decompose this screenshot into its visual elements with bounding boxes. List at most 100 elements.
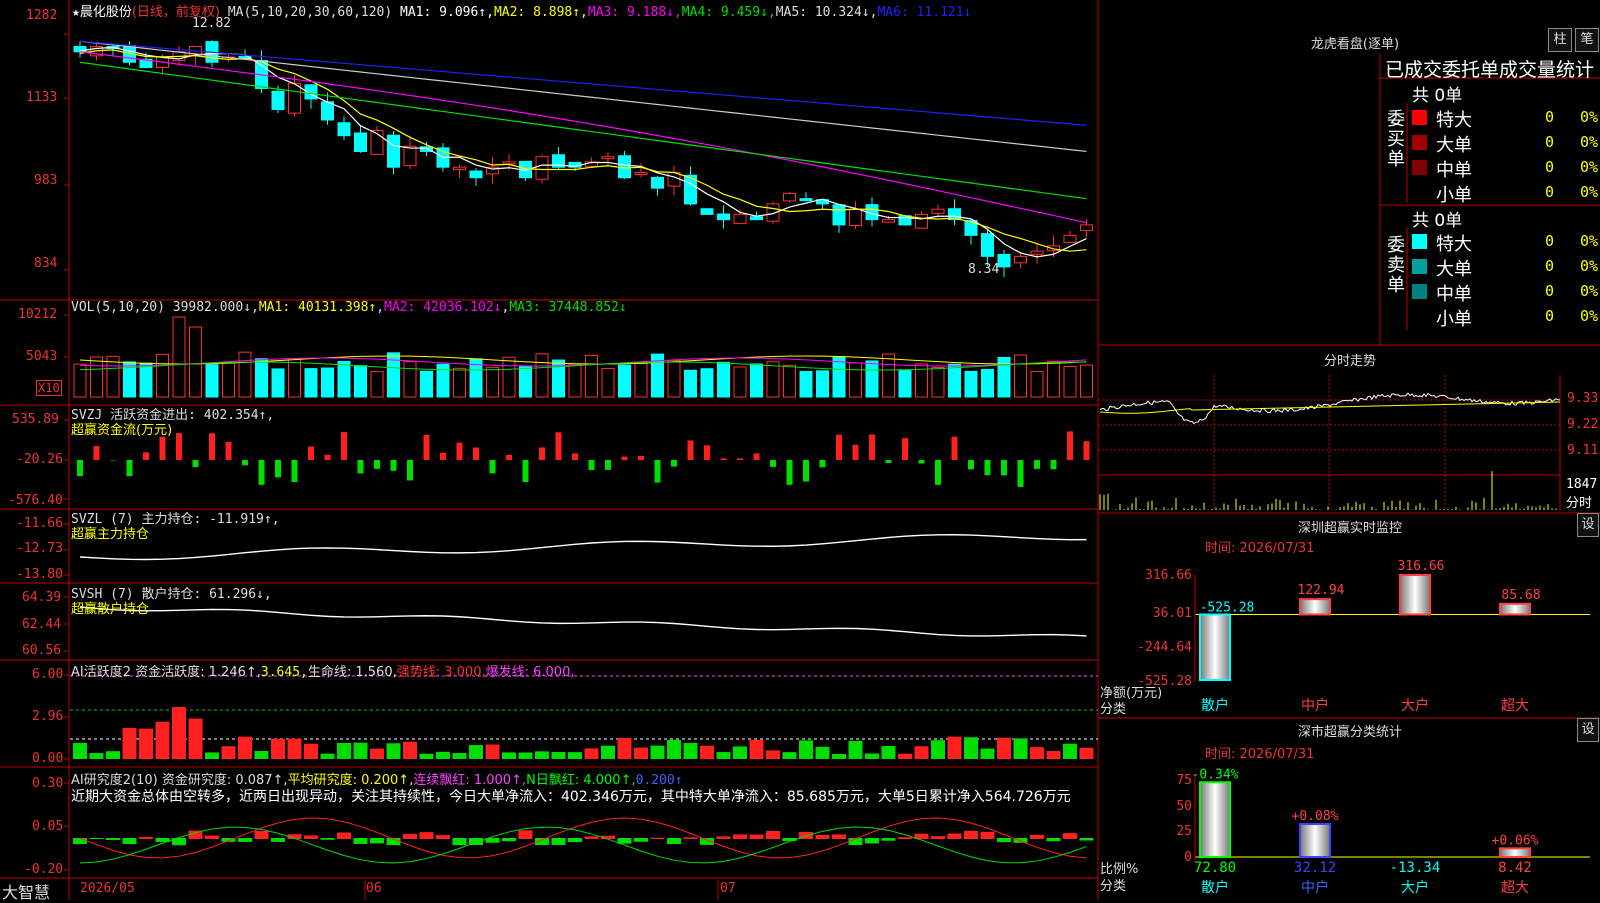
price-axis-4: 834 xyxy=(34,256,57,271)
research-bar xyxy=(898,837,912,839)
research-bar xyxy=(73,838,87,844)
activity-bar xyxy=(502,752,516,759)
activity-bar xyxy=(948,737,962,759)
fenshi-axis-1: 9.33 xyxy=(1567,391,1598,406)
bar-mode-button[interactable]: 柱 xyxy=(1548,28,1572,52)
volume-bar xyxy=(305,369,317,397)
activity-bar xyxy=(106,751,120,759)
ai1-axis-1: 6.00 xyxy=(32,667,63,682)
svzl-subtitle: 超赢主力持仓 xyxy=(71,523,149,542)
candle-body xyxy=(404,146,416,165)
vol-value: 39982.000↓ xyxy=(173,300,251,315)
activity-bar xyxy=(981,749,995,759)
ma-line-1 xyxy=(80,48,1087,257)
research-bar xyxy=(271,838,285,842)
ai1-lifeline: 生命线: 1.560, xyxy=(308,665,397,680)
candle-body xyxy=(619,156,631,178)
candle-body xyxy=(718,214,730,220)
candle-body xyxy=(454,167,466,169)
candle-body xyxy=(784,193,796,200)
activity-bar xyxy=(733,746,747,759)
fund-flow-bar xyxy=(1018,460,1024,487)
candle-body xyxy=(701,209,713,215)
activity-bar xyxy=(601,746,615,759)
order-count: 0 xyxy=(1545,183,1554,201)
fund-flow-bar xyxy=(1084,441,1090,460)
research-bar xyxy=(123,838,137,844)
monitor-settings-button[interactable]: 设 xyxy=(1577,513,1599,537)
activity-bar xyxy=(898,754,912,759)
activity-bar xyxy=(271,739,285,759)
research-bar xyxy=(684,837,698,839)
volume-bar xyxy=(685,370,697,397)
fund-flow-bar xyxy=(94,446,100,460)
order-type-label: 特大 xyxy=(1436,230,1472,256)
classify-axis-label: 0 xyxy=(1184,850,1192,865)
fund-flow-bar xyxy=(457,443,463,460)
fund-flow-bar xyxy=(952,437,958,460)
research-bar xyxy=(816,835,830,839)
classify-title: 深市超赢分类统计 xyxy=(1240,721,1460,740)
ma-line-2 xyxy=(80,50,1087,251)
price-axis-1: 1282 xyxy=(26,8,57,23)
classify-settings-button[interactable]: 设 xyxy=(1577,718,1599,742)
fund-flow-bar xyxy=(160,437,166,460)
kline-chart[interactable]: 316.6636.01-244.64-525.28-525.28散户122.94… xyxy=(0,0,1600,900)
fenshi-price-line xyxy=(1100,393,1560,423)
research-bar xyxy=(552,838,566,845)
candle-body xyxy=(272,91,284,109)
volume-bar xyxy=(602,368,614,397)
volume-bar xyxy=(371,372,383,397)
volume-bar xyxy=(932,368,944,397)
order-type-label: 大单 xyxy=(1436,255,1472,281)
activity-bar xyxy=(453,753,467,759)
volume-bar xyxy=(569,364,581,397)
order-count: 0 xyxy=(1545,282,1554,300)
activity-bar xyxy=(667,740,681,759)
volume-bar xyxy=(421,371,433,397)
monitor-axis-label: 316.66 xyxy=(1145,568,1192,583)
ma-params: MA(5,10,20,30,60,120) xyxy=(228,5,392,20)
fund-flow-bar xyxy=(226,442,232,460)
monitor-axis-label: 36.01 xyxy=(1153,606,1192,621)
fund-flow-bar xyxy=(556,432,562,460)
activity-bar xyxy=(1080,748,1094,759)
activity-bar xyxy=(337,743,351,759)
monitor-category-label: 大户 xyxy=(1401,697,1429,714)
fund-flow-bar xyxy=(358,460,364,473)
ma-value-1: MA1: 9.096↑, xyxy=(400,5,494,20)
vol-unit-badge[interactable]: X10 xyxy=(36,380,62,396)
research-bar xyxy=(717,836,731,839)
fund-flow-bar xyxy=(770,460,776,467)
order-percent: 0% xyxy=(1580,257,1598,275)
activity-bar xyxy=(420,754,434,759)
candle-body xyxy=(982,234,994,257)
activity-bar xyxy=(222,746,236,759)
volume-bar xyxy=(998,357,1010,397)
order-type-label: 中单 xyxy=(1436,280,1472,306)
favorite-star-icon[interactable]: ★ xyxy=(72,5,80,20)
svzj-subtitle: 超赢资金流(万元) xyxy=(71,419,172,438)
fund-flow-bar xyxy=(803,460,809,482)
fund-flow-bar xyxy=(308,447,314,460)
fund-flow-bar xyxy=(704,445,710,460)
fund-flow-bar xyxy=(853,445,859,460)
volume-bar xyxy=(173,317,185,397)
sell-orders-label: 委卖单 xyxy=(1387,236,1407,296)
activity-bar xyxy=(1047,751,1061,759)
ai1-value2: 3.645, xyxy=(261,665,308,680)
activity-bar xyxy=(255,751,269,759)
research-bar xyxy=(568,838,582,842)
monitor-bar-value: 122.94 xyxy=(1298,583,1345,598)
order-color-swatch xyxy=(1412,110,1427,125)
activity-bar xyxy=(156,722,170,759)
volume-bar xyxy=(586,355,598,397)
fund-flow-bar xyxy=(721,458,727,460)
activity-bar xyxy=(865,753,879,759)
research-bar xyxy=(90,838,104,839)
candle-body xyxy=(470,171,482,178)
classify-x-unit: 分类 xyxy=(1100,875,1126,894)
svsh-axis-1: 64.39 xyxy=(22,590,61,605)
tick-mode-button[interactable]: 笔 xyxy=(1575,28,1599,52)
fund-flow-bar xyxy=(589,460,595,470)
